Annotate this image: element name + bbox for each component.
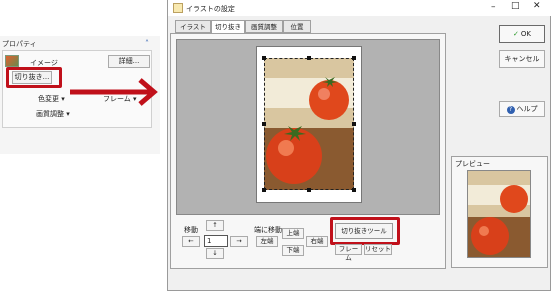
left-edge-button[interactable]: 左端 bbox=[256, 236, 278, 247]
help-icon: ? bbox=[506, 106, 515, 114]
arrow-right-icon bbox=[70, 78, 158, 106]
crop-handle[interactable] bbox=[262, 56, 266, 60]
crop-handle[interactable] bbox=[262, 122, 266, 126]
top-edge-button[interactable]: 上端 bbox=[282, 228, 304, 239]
crop-handle[interactable] bbox=[352, 56, 356, 60]
check-icon: ✓ bbox=[513, 30, 519, 38]
dropdown-icon: ▾ bbox=[66, 110, 70, 118]
tab-illustration[interactable]: イラスト bbox=[175, 20, 211, 33]
image-icon bbox=[5, 55, 19, 67]
maximize-icon[interactable]: □ bbox=[511, 1, 520, 11]
chevron-up-icon[interactable]: ˄ bbox=[145, 39, 149, 48]
preview-image bbox=[467, 170, 531, 258]
dialog-title: イラストの設定 bbox=[186, 5, 235, 13]
crop-selection[interactable] bbox=[264, 58, 354, 190]
tab-position[interactable]: 位置 bbox=[283, 20, 311, 33]
dropdown-icon: ▾ bbox=[61, 95, 65, 103]
move-right-button[interactable]: → bbox=[230, 236, 248, 247]
crop-handle[interactable] bbox=[352, 122, 356, 126]
frame-button[interactable]: フレーム bbox=[335, 244, 362, 262]
help-button[interactable]: ? ヘルプ bbox=[499, 101, 545, 117]
right-edge-button[interactable]: 右端 bbox=[306, 236, 328, 247]
crop-handle[interactable] bbox=[262, 188, 266, 192]
cancel-button[interactable]: キャンセル bbox=[499, 50, 545, 68]
bottom-edge-button[interactable]: 下端 bbox=[282, 245, 304, 256]
move-left-button[interactable]: ← bbox=[182, 236, 200, 247]
preview-label: プレビュー bbox=[455, 160, 490, 168]
tab-quality[interactable]: 画質調整 bbox=[245, 20, 283, 33]
highlight-box bbox=[6, 67, 62, 88]
crop-handle[interactable] bbox=[307, 188, 311, 192]
color-change-label: 色変更 bbox=[38, 95, 59, 103]
step-spinner[interactable]: 1 bbox=[204, 235, 228, 247]
ok-button[interactable]: ✓ OK bbox=[499, 25, 545, 43]
app-icon bbox=[173, 3, 183, 13]
reset-button[interactable]: リセット bbox=[364, 244, 392, 255]
properties-title: プロパティ bbox=[2, 40, 37, 48]
quality-menu[interactable]: 画質調整 ▾ bbox=[36, 109, 70, 119]
minimize-icon[interactable]: – bbox=[491, 2, 496, 12]
quality-label: 画質調整 bbox=[36, 110, 64, 118]
edge-move-label: 端に移動 bbox=[254, 226, 282, 234]
crop-handle[interactable] bbox=[352, 188, 356, 192]
move-label: 移動 bbox=[184, 226, 198, 234]
color-change-menu[interactable]: 色変更 ▾ bbox=[38, 94, 65, 104]
detail-button[interactable]: 詳細... bbox=[108, 55, 150, 68]
move-down-button[interactable]: ↓ bbox=[206, 248, 224, 259]
close-icon[interactable]: ✕ bbox=[533, 1, 541, 11]
crop-handle[interactable] bbox=[307, 56, 311, 60]
ok-label: OK bbox=[520, 30, 531, 38]
tab-trim[interactable]: 切り抜き bbox=[211, 20, 245, 34]
move-up-button[interactable]: ↑ bbox=[206, 220, 224, 231]
highlight-box bbox=[330, 217, 400, 245]
help-label: ヘルプ bbox=[516, 105, 538, 113]
